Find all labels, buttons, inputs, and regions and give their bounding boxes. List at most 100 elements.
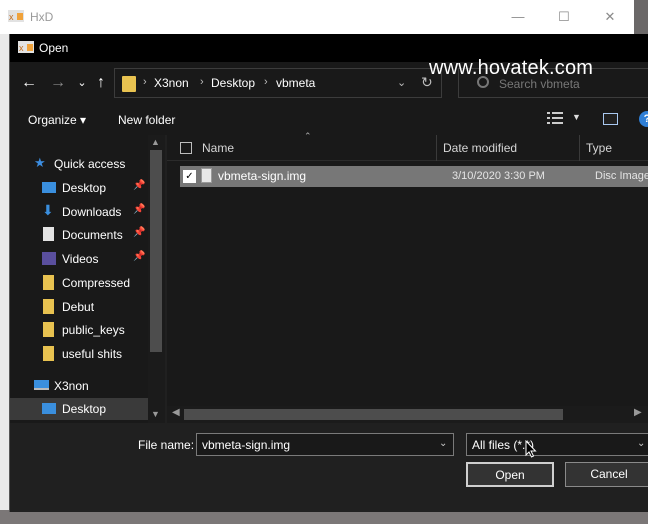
file-name-value: vbmeta-sign.img — [202, 438, 291, 452]
background-window: x HxD — ☐ ✕ — [0, 0, 634, 34]
nav-item-debut[interactable]: Debut — [10, 296, 148, 318]
scroll-right-arrow-icon[interactable]: ▶ — [634, 407, 642, 418]
sort-ascending-icon: ⌃ — [304, 131, 312, 141]
scroll-down-arrow-icon[interactable]: ▼ — [151, 409, 160, 419]
nav-item-label: Videos — [62, 252, 99, 266]
breadcrumb-desktop[interactable]: Desktop — [211, 76, 255, 90]
nav-item-compressed[interactable]: Compressed — [10, 272, 148, 294]
file-name-input[interactable]: vbmeta-sign.img ⌄ — [196, 433, 454, 456]
navigation-pane: ★ Quick access Desktop 📌 ⬇ Downloads 📌 D… — [10, 135, 165, 423]
filter-dropdown-chevron-icon[interactable]: ⌄ — [637, 438, 645, 449]
pin-icon[interactable]: 📌 — [133, 204, 145, 215]
scroll-left-arrow-icon[interactable]: ◀ — [172, 407, 180, 418]
back-arrow-icon[interactable]: ← — [18, 72, 40, 94]
breadcrumb-separator-icon: › — [200, 76, 204, 88]
nav-item-quick-access[interactable]: ★ Quick access — [10, 153, 148, 175]
pin-icon[interactable]: 📌 — [133, 180, 145, 191]
file-name-dropdown-chevron-icon[interactable]: ⌄ — [439, 438, 447, 449]
up-arrow-icon[interactable]: ↑ — [90, 72, 112, 94]
svg-text:x: x — [9, 12, 14, 22]
desktop-icon — [42, 403, 56, 414]
file-name-label: File name: — [138, 438, 195, 452]
videos-icon — [42, 252, 56, 265]
nav-item-label: Quick access — [54, 157, 126, 171]
nav-item-label: Compressed — [62, 276, 131, 290]
file-list: ⌃ Name Date modified Type ✓ vbmeta-sign.… — [167, 131, 648, 423]
dialog-title: Open — [39, 41, 69, 55]
hxd-logo-icon: x — [8, 10, 24, 22]
minimize-button[interactable]: — — [498, 6, 538, 28]
scrollbar-thumb[interactable] — [184, 409, 563, 420]
watermark-text: www.hovatek.com — [429, 57, 594, 79]
breadcrumb-vbmeta[interactable]: vbmeta — [276, 76, 315, 90]
open-button[interactable]: Open — [466, 462, 554, 487]
svg-text:x: x — [19, 43, 24, 53]
column-divider[interactable] — [436, 135, 437, 161]
column-header: ⌃ Name Date modified Type — [167, 131, 648, 161]
cancel-button[interactable]: Cancel — [565, 462, 648, 487]
command-toolbar: Organize ▾ New folder ▼ ? — [10, 102, 648, 135]
computer-icon — [34, 380, 49, 390]
background-window-edge — [0, 34, 9, 514]
hxd-app-icon: x — [18, 41, 34, 53]
select-all-checkbox[interactable] — [180, 142, 192, 154]
file-row-checkbox[interactable]: ✓ — [183, 170, 196, 183]
view-dropdown-chevron-icon[interactable]: ▼ — [572, 112, 581, 122]
address-dropdown-chevron-icon[interactable]: ⌄ — [397, 76, 406, 89]
breadcrumb-separator-icon: › — [143, 76, 147, 88]
dialog-footer: File name: vbmeta-sign.img ⌄ All files (… — [10, 423, 648, 512]
nav-item-label: Debut — [62, 300, 95, 314]
nav-item-label: useful shits — [62, 347, 123, 361]
nav-item-desktop-selected[interactable]: Desktop — [10, 398, 148, 420]
disc-image-file-icon — [201, 168, 212, 183]
nav-item-public-keys[interactable]: public_keys — [10, 319, 148, 341]
view-options-icon[interactable] — [547, 112, 563, 124]
star-icon: ★ — [34, 155, 46, 170]
file-type: Disc Image File — [595, 170, 648, 182]
close-button[interactable]: ✕ — [590, 6, 630, 28]
desktop-icon — [42, 182, 56, 193]
folder-icon — [43, 322, 54, 337]
scroll-up-arrow-icon[interactable]: ▲ — [151, 137, 160, 147]
file-list-horizontal-scrollbar[interactable]: ◀ ▶ — [167, 406, 648, 423]
help-icon[interactable]: ? — [639, 111, 648, 127]
background-window-title: HxD — [30, 10, 54, 24]
address-bar[interactable]: › X3non › Desktop › vbmeta ⌄ ↻ — [114, 68, 442, 98]
documents-icon — [43, 227, 54, 241]
nav-item-label: public_keys — [62, 323, 125, 337]
navigation-pane-scrollbar[interactable]: ▲ ▼ — [148, 135, 165, 423]
mouse-cursor-icon — [525, 440, 537, 458]
folder-icon — [122, 76, 136, 92]
pin-icon[interactable]: 📌 — [133, 227, 145, 238]
file-type-filter-select[interactable]: All files (*.*) ⌄ — [466, 433, 648, 456]
breadcrumb-separator-icon: › — [264, 76, 268, 88]
column-header-name[interactable]: Name — [202, 141, 234, 155]
column-divider[interactable] — [579, 135, 580, 161]
maximize-button[interactable]: ☐ — [544, 6, 584, 28]
scrollbar-thumb[interactable] — [150, 150, 162, 352]
folder-icon — [43, 346, 54, 361]
folder-icon — [43, 275, 54, 290]
nav-item-videos[interactable]: Videos 📌 — [10, 248, 148, 270]
breadcrumb-x3non[interactable]: X3non — [154, 76, 189, 90]
file-row[interactable]: ✓ vbmeta-sign.img 3/10/2020 3:30 PM Disc… — [180, 166, 648, 187]
nav-item-downloads[interactable]: ⬇ Downloads 📌 — [10, 201, 148, 223]
nav-item-label: Downloads — [62, 205, 122, 219]
nav-item-label: Documents — [62, 228, 123, 242]
organize-button[interactable]: Organize ▾ — [28, 113, 86, 127]
nav-item-x3non[interactable]: X3non — [10, 375, 148, 397]
new-folder-button[interactable]: New folder — [118, 113, 175, 127]
folder-icon — [43, 299, 54, 314]
nav-item-desktop[interactable]: Desktop 📌 — [10, 177, 148, 199]
column-header-date-modified[interactable]: Date modified — [443, 141, 517, 155]
column-header-type[interactable]: Type — [586, 141, 612, 155]
file-name: vbmeta-sign.img — [218, 169, 307, 183]
open-dialog: x Open ← → ⌄ ↑ › X3non › Desktop › vbmet… — [9, 34, 648, 512]
pin-icon[interactable]: 📌 — [133, 251, 145, 262]
forward-arrow-icon[interactable]: → — [47, 72, 69, 94]
preview-pane-icon[interactable] — [603, 113, 618, 125]
nav-item-documents[interactable]: Documents 📌 — [10, 224, 148, 246]
nav-item-label: Desktop — [62, 402, 107, 416]
nav-item-useful-shits[interactable]: useful shits — [10, 343, 148, 365]
nav-item-label: X3non — [54, 379, 89, 393]
